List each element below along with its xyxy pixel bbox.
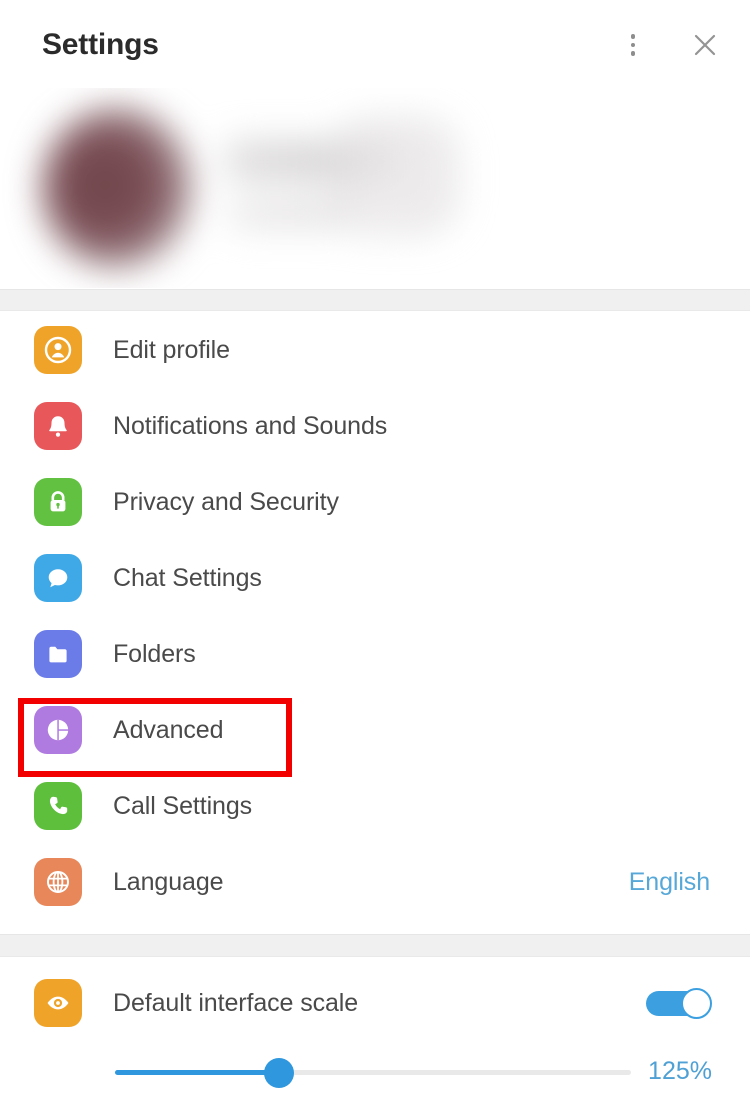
slider-fill [115,1070,280,1075]
page-title: Settings [42,28,159,61]
lock-icon [34,478,82,526]
interface-scale-row[interactable]: Default interface scale [0,956,750,1050]
close-icon[interactable] [688,28,722,62]
interface-scale-section: Default interface scale 125% [0,956,750,1096]
window-header: Settings [0,0,750,90]
more-vertical-icon[interactable] [616,28,650,62]
profile-banner[interactable] [0,88,750,288]
person-icon [34,326,82,374]
chat-bubble-icon [34,554,82,602]
pie-chart-icon [34,706,82,754]
globe-icon [34,858,82,906]
profile-blur-layer [0,88,750,288]
settings-row-label: Privacy and Security [113,487,339,516]
settings-row-language[interactable]: Language English [0,844,750,920]
profile-name-redacted [225,140,425,182]
folder-icon [34,630,82,678]
bell-icon [34,402,82,450]
slider-thumb[interactable] [264,1058,294,1088]
settings-row-chat-settings[interactable]: Chat Settings [0,540,750,616]
settings-row-label: Notifications and Sounds [113,411,388,440]
settings-row-label: Advanced [113,715,224,744]
interface-scale-toggle[interactable] [646,988,712,1019]
settings-row-notifications[interactable]: Notifications and Sounds [0,388,750,464]
settings-row-label: Call Settings [113,791,253,820]
profile-subtitle-redacted [228,200,388,228]
interface-scale-label: Default interface scale [113,988,359,1017]
avatar [42,108,192,268]
header-actions [616,28,722,62]
toggle-knob [681,988,712,1019]
settings-row-label: Edit profile [113,335,230,364]
slider-value-label: 125% [648,1057,712,1085]
phone-icon [34,782,82,830]
settings-row-label: Chat Settings [113,563,262,592]
eye-icon [34,979,82,1027]
section-divider-top [0,289,750,311]
settings-row-label: Folders [113,639,196,668]
settings-row-label: Language [113,867,224,896]
settings-row-folders[interactable]: Folders [0,616,750,692]
language-value[interactable]: English [629,868,710,897]
settings-row-privacy[interactable]: Privacy and Security [0,464,750,540]
section-divider-middle [0,934,750,957]
settings-row-advanced[interactable]: Advanced [0,692,750,768]
settings-list: Edit profile Notifications and Sounds Pr… [0,312,750,920]
settings-row-edit-profile[interactable]: Edit profile [0,312,750,388]
interface-scale-slider-row[interactable]: 125% [0,1046,750,1096]
settings-row-call-settings[interactable]: Call Settings [0,768,750,844]
